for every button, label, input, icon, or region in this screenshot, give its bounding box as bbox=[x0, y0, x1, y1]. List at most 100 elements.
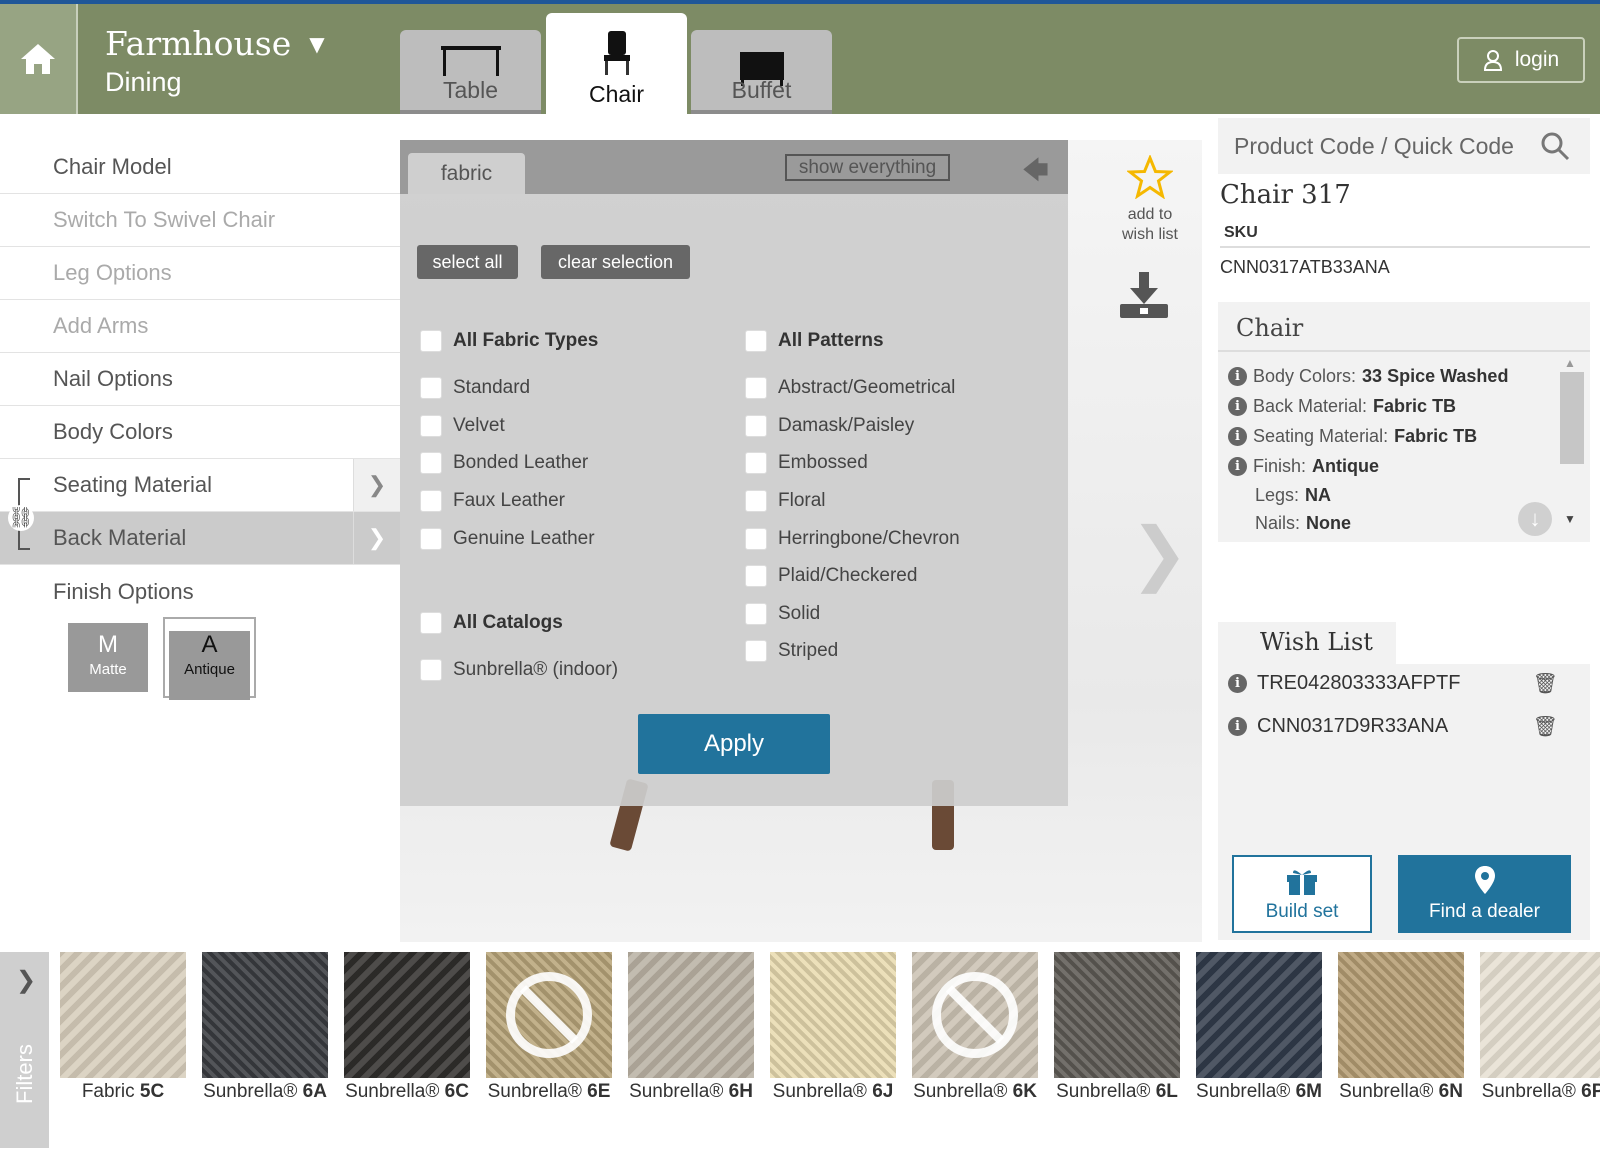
tab-table[interactable]: Table bbox=[400, 30, 541, 114]
checkbox[interactable] bbox=[420, 528, 442, 550]
checkbox[interactable] bbox=[745, 603, 767, 625]
checkbox[interactable] bbox=[745, 415, 767, 437]
checkbox-pattern[interactable]: Embossed bbox=[745, 452, 868, 474]
build-set-button[interactable]: Build set bbox=[1232, 855, 1372, 933]
fabric-swatch[interactable]: Sunbrella® 6N bbox=[1338, 952, 1464, 1103]
apply-button[interactable]: Apply bbox=[638, 714, 830, 774]
add-to-wish-list-button[interactable]: add to wish list bbox=[1110, 154, 1190, 245]
info-icon[interactable]: i bbox=[1228, 457, 1247, 476]
checkbox[interactable] bbox=[420, 415, 442, 437]
next-arrow-icon[interactable]: ❯ bbox=[1130, 512, 1189, 594]
checkbox-all-catalogs[interactable]: All Catalogs bbox=[420, 612, 563, 634]
checkbox[interactable] bbox=[745, 452, 767, 474]
fabric-swatch[interactable]: Sunbrella® 6E bbox=[486, 952, 612, 1103]
checkbox-standard[interactable]: Standard bbox=[420, 377, 530, 399]
download-icon[interactable] bbox=[1118, 272, 1170, 327]
swatch-image[interactable] bbox=[1338, 952, 1464, 1078]
fabric-swatch[interactable]: Sunbrella® 6H bbox=[628, 952, 754, 1103]
checkbox-pattern[interactable]: Floral bbox=[745, 490, 826, 512]
scroll-down-circle-icon[interactable]: ↓ bbox=[1518, 502, 1552, 536]
sidebar-item-chair-model[interactable]: Chair Model bbox=[0, 141, 400, 194]
collection-selector[interactable]: Farmhouse ▼ Dining bbox=[105, 24, 325, 98]
trash-icon[interactable]: 🗑 bbox=[1533, 714, 1558, 739]
info-icon[interactable]: i bbox=[1228, 397, 1247, 416]
checkbox[interactable] bbox=[745, 640, 767, 662]
checkbox-all-patterns[interactable]: All Patterns bbox=[745, 330, 884, 352]
finish-matte[interactable]: M Matte bbox=[68, 623, 148, 692]
home-button[interactable] bbox=[0, 4, 78, 114]
fabric-swatch[interactable]: Sunbrella® 6C bbox=[344, 952, 470, 1103]
filters-toggle[interactable]: ❯ Filters bbox=[0, 952, 49, 1148]
checkbox[interactable] bbox=[745, 565, 767, 587]
arrow-left-icon[interactable]: 🡄 bbox=[1022, 152, 1049, 196]
sidebar-item-swivel[interactable]: Switch To Swivel Chair bbox=[0, 194, 400, 247]
checkbox-bonded-leather[interactable]: Bonded Leather bbox=[420, 452, 588, 474]
checkbox-sunbrella-indoor[interactable]: Sunbrella® (indoor) bbox=[420, 659, 618, 681]
swatch-image[interactable] bbox=[202, 952, 328, 1078]
sidebar-item-leg-options[interactable]: Leg Options bbox=[0, 247, 400, 300]
login-button[interactable]: login bbox=[1457, 37, 1585, 83]
checkbox[interactable] bbox=[745, 377, 767, 399]
checkbox-pattern[interactable]: Damask/Paisley bbox=[745, 415, 914, 437]
search-icon[interactable] bbox=[1540, 131, 1570, 161]
fabric-swatch[interactable]: Sunbrella® 6A bbox=[202, 952, 328, 1103]
sidebar-item-nail-options[interactable]: Nail Options bbox=[0, 353, 400, 406]
sidebar-item-finish-options[interactable]: Finish Options bbox=[0, 565, 400, 618]
finish-antique-selected[interactable]: A Antique bbox=[163, 617, 256, 700]
checkbox[interactable] bbox=[420, 612, 442, 634]
sidebar-item-add-arms[interactable]: Add Arms bbox=[0, 300, 400, 353]
checkbox[interactable] bbox=[745, 528, 767, 550]
product-code-search[interactable]: Product Code / Quick Code bbox=[1218, 118, 1590, 174]
swatch-image[interactable] bbox=[770, 952, 896, 1078]
checkbox[interactable] bbox=[745, 330, 767, 352]
checkbox-pattern[interactable]: Solid bbox=[745, 603, 820, 625]
checkbox[interactable] bbox=[420, 659, 442, 681]
chevron-right-icon[interactable]: ❯ bbox=[353, 459, 400, 511]
scrollbar-thumb[interactable] bbox=[1560, 372, 1584, 464]
swatch-image[interactable] bbox=[344, 952, 470, 1078]
swatch-image[interactable] bbox=[60, 952, 186, 1078]
select-all-button[interactable]: select all bbox=[417, 245, 518, 279]
checkbox-genuine-leather[interactable]: Genuine Leather bbox=[420, 528, 595, 550]
checkbox[interactable] bbox=[745, 490, 767, 512]
find-dealer-button[interactable]: Find a dealer bbox=[1398, 855, 1571, 933]
fabric-swatch[interactable]: Sunbrella® 6P bbox=[1480, 952, 1600, 1103]
swatch-image[interactable] bbox=[1480, 952, 1600, 1078]
swatch-image[interactable] bbox=[1054, 952, 1180, 1078]
info-icon[interactable]: i bbox=[1228, 367, 1247, 386]
checkbox[interactable] bbox=[420, 452, 442, 474]
sidebar-item-body-colors[interactable]: Body Colors bbox=[0, 406, 400, 459]
wish-item-code[interactable]: TRE042803333AFPTF bbox=[1257, 672, 1460, 695]
checkbox-pattern[interactable]: Herringbone/Chevron bbox=[745, 528, 960, 550]
checkbox-velvet[interactable]: Velvet bbox=[420, 415, 505, 437]
sidebar-item-back-material[interactable]: Back Material ❯ bbox=[0, 512, 400, 565]
checkbox-pattern[interactable]: Abstract/Geometrical bbox=[745, 377, 955, 399]
checkbox[interactable] bbox=[420, 377, 442, 399]
tab-chair[interactable]: Chair bbox=[546, 13, 687, 114]
show-everything-button[interactable]: show everything bbox=[785, 154, 950, 181]
unlink-icon[interactable]: ⛓ bbox=[8, 505, 34, 531]
swatch-image[interactable] bbox=[628, 952, 754, 1078]
fabric-swatch[interactable]: Sunbrella® 6K bbox=[912, 952, 1038, 1103]
checkbox-pattern[interactable]: Plaid/Checkered bbox=[745, 565, 917, 587]
tab-fabric[interactable]: fabric bbox=[408, 153, 525, 194]
info-icon[interactable]: i bbox=[1228, 674, 1247, 693]
scroll-down-icon[interactable]: ▼ bbox=[1564, 512, 1576, 526]
swatch-image[interactable] bbox=[486, 952, 612, 1078]
fabric-swatch[interactable]: Sunbrella® 6L bbox=[1054, 952, 1180, 1103]
fabric-swatch[interactable]: Sunbrella® 6J bbox=[770, 952, 896, 1103]
info-icon[interactable]: i bbox=[1228, 717, 1247, 736]
sidebar-item-seating-material[interactable]: Seating Material ❯ bbox=[0, 459, 400, 512]
fabric-swatch[interactable]: Fabric 5C bbox=[60, 952, 186, 1103]
scroll-up-icon[interactable]: ▲ bbox=[1564, 356, 1576, 370]
wish-item-code[interactable]: CNN0317D9R33ANA bbox=[1257, 715, 1448, 738]
checkbox-pattern[interactable]: Striped bbox=[745, 640, 838, 662]
swatch-image[interactable] bbox=[912, 952, 1038, 1078]
clear-selection-button[interactable]: clear selection bbox=[541, 245, 690, 279]
chevron-right-icon[interactable]: ❯ bbox=[353, 512, 400, 564]
fabric-swatch[interactable]: Sunbrella® 6M bbox=[1196, 952, 1322, 1103]
tab-buffet[interactable]: Buffet bbox=[691, 30, 832, 114]
info-icon[interactable]: i bbox=[1228, 427, 1247, 446]
chevron-right-icon[interactable]: ❯ bbox=[16, 966, 36, 995]
checkbox[interactable] bbox=[420, 330, 442, 352]
